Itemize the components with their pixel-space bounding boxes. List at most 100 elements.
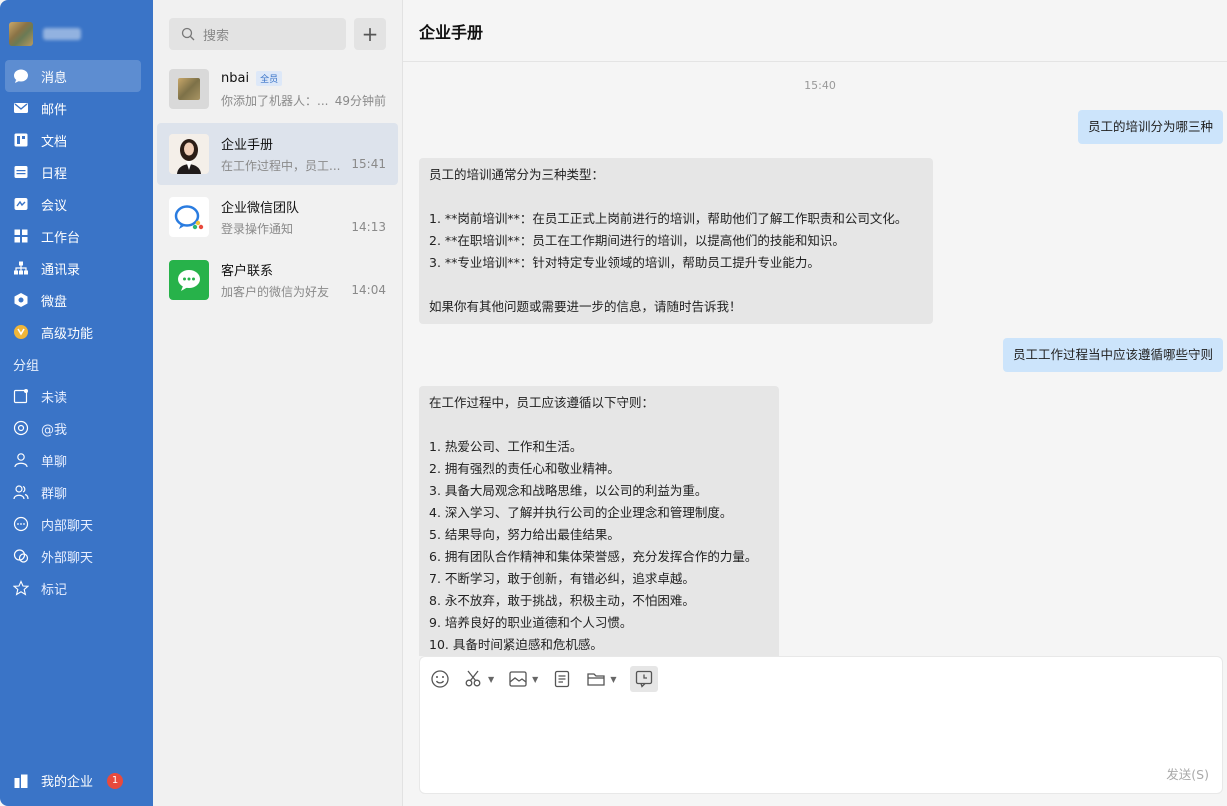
nav-item-internal-chat[interactable]: 内部聊天: [5, 508, 141, 540]
conversation-time: 49分钟前: [334, 93, 386, 108]
nav-label: @我: [41, 422, 68, 438]
composer-toolbar: ▼ ▼ ▼: [430, 666, 672, 692]
send-button[interactable]: 发送(S): [1166, 764, 1209, 783]
dropdown-caret-icon[interactable]: ▼: [488, 675, 494, 684]
nav-item-external-chat[interactable]: 外部聊天: [5, 540, 141, 572]
person-photo-icon: [169, 134, 209, 174]
message-bubble-bot[interactable]: 员工的培训通常分为三种类型： 1. **岗前培训**：在员工正式上岗前进行的培训…: [419, 158, 933, 324]
nav-label: 群聊: [41, 486, 68, 502]
nav-label: 邮件: [41, 102, 68, 118]
screenshot-button[interactable]: ▼: [464, 666, 494, 692]
conversation-preview: 加客户的微信为好友: [221, 284, 330, 299]
nav-label: 日程: [41, 166, 68, 182]
profile[interactable]: [9, 22, 81, 46]
nav-label: 内部聊天: [41, 518, 94, 534]
emoji-button[interactable]: [430, 666, 450, 692]
landscape-thumbnail: [178, 78, 200, 100]
internal-chat-icon: [13, 516, 29, 532]
calendar-icon: [13, 164, 29, 180]
nav-label: 会议: [41, 198, 68, 214]
nav-label: 消息: [41, 70, 68, 86]
org-tree-icon: [13, 260, 29, 276]
conversation-item[interactable]: nbai 全员 你添加了机器人：... 49分钟前: [157, 58, 398, 120]
document-icon: [13, 132, 29, 148]
drive-icon: [13, 292, 29, 308]
conversation-preview: 登录操作通知: [221, 221, 294, 236]
conversation-item[interactable]: 客户联系 加客户的微信为好友 14:04: [157, 249, 398, 311]
nav-item-contacts[interactable]: 通讯录: [5, 252, 141, 284]
conversation-preview: 你添加了机器人：...: [221, 93, 329, 108]
avatar: [169, 134, 209, 174]
grid-icon: [13, 228, 29, 244]
plus-icon: +: [361, 22, 379, 46]
person-icon: [13, 452, 29, 468]
conversation-time: 15:41: [351, 156, 386, 171]
message-timestamp: 15:40: [804, 79, 836, 92]
emoji-icon: [431, 670, 449, 688]
unread-icon: [13, 388, 29, 404]
group-header: 分组: [13, 358, 40, 374]
add-button[interactable]: +: [354, 18, 386, 50]
nav-item-mail[interactable]: 邮件: [5, 92, 141, 124]
wechat-logo-icon: [178, 270, 200, 291]
nav-item-drive[interactable]: 微盘: [5, 284, 141, 316]
message-bubble-bot[interactable]: 在工作过程中，员工应该遵循以下守则： 1. 热爱公司、工作和生活。 2. 拥有强…: [419, 386, 779, 656]
chat-history-icon: [636, 670, 653, 688]
document-button[interactable]: [552, 666, 572, 692]
nav-item-docs[interactable]: 文档: [5, 124, 141, 156]
dropdown-caret-icon[interactable]: ▼: [610, 675, 616, 684]
file-button[interactable]: ▼: [586, 666, 616, 692]
star-icon: [13, 580, 29, 596]
nav-label: 微盘: [41, 294, 68, 310]
conversation-name: nbai: [221, 71, 250, 86]
conversation-name: 客户联系: [221, 264, 274, 279]
nav: 消息 邮件 文档 日程 会议 工作台 通讯录 微盘 高级功能 分组 未读 @我 …: [5, 60, 141, 604]
my-enterprise[interactable]: 我的企业 1: [13, 771, 124, 790]
search-placeholder: 搜索: [203, 28, 230, 44]
chat-title: 企业手册: [403, 0, 1227, 62]
conversation-preview: 在工作过程中，员工...: [221, 158, 341, 173]
nav-label: 高级功能: [41, 326, 94, 342]
message-list[interactable]: 15:40 员工的培训分为哪三种 员工的培训通常分为三种类型： 1. **岗前培…: [403, 62, 1227, 656]
conversation-list: 搜索 + nbai 全员 你添加了机器人：... 49分钟前 企业手册 在工作过程中…: [153, 0, 403, 806]
history-button[interactable]: [630, 666, 659, 692]
message-bubble-user[interactable]: 员工工作过程当中应该遵循哪些守则: [1002, 338, 1223, 372]
conversation-name: 企业微信团队: [221, 201, 300, 216]
nav-label: 外部聊天: [41, 550, 94, 566]
nav-item-single-chat[interactable]: 单聊: [5, 444, 141, 476]
sidebar: 消息 邮件 文档 日程 会议 工作台 通讯录 微盘 高级功能 分组 未读 @我 …: [0, 0, 153, 806]
image-button[interactable]: ▼: [508, 666, 538, 692]
chat-panel: 企业手册 15:40 员工的培训分为哪三种 员工的培训通常分为三种类型： 1. …: [403, 0, 1227, 806]
avatar[interactable]: [9, 22, 33, 46]
conversation-item[interactable]: 企业微信团队 登录操作通知 14:13: [157, 186, 398, 248]
search-input[interactable]: 搜索: [169, 18, 346, 50]
premium-icon: [13, 324, 29, 340]
my-enterprise-label: 我的企业: [41, 775, 94, 790]
nav-item-meeting[interactable]: 会议: [5, 188, 141, 220]
group-icon: [13, 484, 29, 500]
mail-icon: [13, 100, 29, 116]
nav-item-group-chat[interactable]: 群聊: [5, 476, 141, 508]
nav-item-mentions[interactable]: @我: [5, 412, 141, 444]
message-bubble-user[interactable]: 员工的培训分为哪三种: [1077, 110, 1223, 144]
dropdown-caret-icon[interactable]: ▼: [532, 675, 538, 684]
wecom-logo-icon: [174, 205, 204, 230]
nav-item-starred[interactable]: 标记: [5, 572, 141, 604]
building-icon: [13, 773, 29, 789]
nav-item-premium[interactable]: 高级功能: [5, 316, 141, 348]
conversation-name: 企业手册: [221, 138, 274, 153]
scissors-icon: [465, 670, 481, 687]
nav-item-calendar[interactable]: 日程: [5, 156, 141, 188]
conversation-item[interactable]: 企业手册 在工作过程中，员工... 15:41: [157, 123, 398, 185]
conversation-time: 14:04: [351, 282, 386, 297]
note-icon: [555, 670, 570, 688]
message-composer[interactable]: ▼ ▼ ▼ 发送(S): [419, 656, 1223, 794]
nav-label: 工作台: [41, 230, 81, 246]
avatar: [169, 69, 209, 109]
notification-badge: 1: [107, 772, 124, 789]
nav-label: 未读: [41, 390, 68, 406]
nav-item-unread[interactable]: 未读: [5, 380, 141, 412]
nav-item-workbench[interactable]: 工作台: [5, 220, 141, 252]
nav-label: 文档: [41, 134, 68, 150]
nav-item-messages[interactable]: 消息: [5, 60, 141, 92]
